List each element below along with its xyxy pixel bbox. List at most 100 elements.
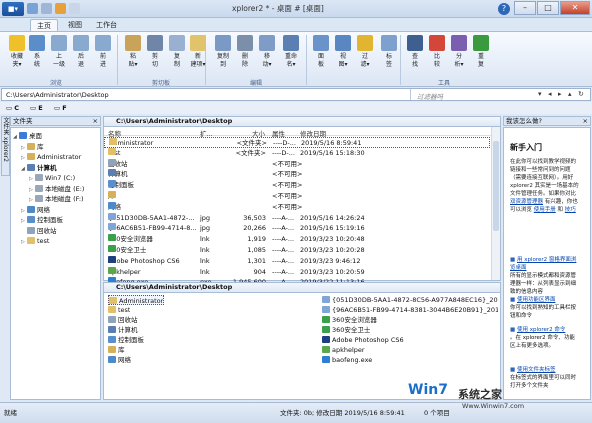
close-icon[interactable]: × [583,117,588,126]
ribbon-button-computer[interactable]: 系 统 [28,35,46,69]
up-icon[interactable]: ▴ [568,90,576,99]
info-bullet-link[interactable]: 使用文件夹标签 [517,367,556,373]
home-icon[interactable] [27,3,38,14]
minimize-button[interactable]: – [514,1,536,15]
file-list-pane[interactable]: C:\Users\Administrator\Desktop 名称 扩... 大… [103,116,501,297]
close-icon[interactable]: × [93,117,98,126]
info-bullet-link[interactable]: 用 xplorer2 窗格界面浏览桌面 [510,257,576,271]
file-name: 360安全浏览器 [332,316,377,324]
tree-node[interactable]: ▷ Administrator [21,152,81,162]
ribbon-button-cut[interactable]: 剪 切 [146,35,164,69]
ribbon-button-new[interactable]: 新 建项▾ [189,35,207,69]
info-link-dual-explorer[interactable]: 双资源管理器 [510,199,543,205]
table-row[interactable]: 库 <不可用> [104,191,490,202]
table-row[interactable]: 360安全卫士 lnk 1,085 ----A-... 2019/3/23 10:20:… [104,245,490,256]
tab-workbench[interactable]: 工作台 [90,19,123,31]
table-row[interactable]: test <文件夹> ----D-... 2019/5/16 15:18:30 [104,147,490,159]
ribbon-button-forward[interactable]: 前 进 [94,35,112,69]
help-icon[interactable]: ? [498,3,510,15]
tree-node[interactable]: ▷ 网络 [21,205,50,215]
vertical-scrollbar[interactable] [491,127,500,280]
side-tab-folders[interactable]: 文件夹 xplorer2 [1,116,10,176]
ribbon-button-paste[interactable]: 粘 贴▾ [124,35,142,69]
list-item[interactable]: 库 [108,345,125,355]
folder-tree[interactable]: ◢ 桌面 ▷ 库 ▷ Administrator ◢ 计算机 ▷ Win7 (C:) ▷ 本地磁盘 (… [10,127,101,400]
close-button[interactable]: ✕ [560,1,590,15]
forward-icon[interactable] [55,3,66,14]
info-link-tips[interactable]: 技巧 [565,207,576,213]
table-row[interactable]: apkhelper lnk 904 ----A-... 2019/3/23 10:20:… [104,266,490,278]
ribbon-button-view[interactable]: 视 图▾ [334,35,352,69]
list-item[interactable]: 360安全卫士 [322,325,370,335]
tree-node[interactable]: ▷ test [21,236,49,246]
tree-node[interactable]: ▷ 控制面板 [21,215,63,225]
list-item[interactable]: Administrator [108,295,165,305]
list-item[interactable]: Adobe Photoshop CS6 [322,335,404,345]
drive-f[interactable]: ▭ F [54,104,67,112]
table-row[interactable]: 网络 <不可用> [104,201,490,213]
tree-node[interactable]: ▷ 库 [21,142,44,152]
ribbon-button-find[interactable]: 查 找 [406,35,424,69]
app-menu-button[interactable]: ■▾ [2,2,24,16]
table-row[interactable]: Adobe Photoshop CS6 lnk 1,301 ----A-... 2019… [104,255,490,267]
tree-node[interactable]: ▷ Win7 (C:) [29,173,75,183]
ribbon-button-copyto[interactable]: 复制 到 [214,35,232,69]
ribbon-button-compare[interactable]: 比 较 [428,35,446,69]
address-bar[interactable]: C:\Users\Administrator\Desktop 过滤器吗 ▾ ◂ … [1,88,591,101]
ribbon-button-delete[interactable]: 删 除 [236,35,254,69]
address-path[interactable]: C:\Users\Administrator\Desktop [6,91,109,99]
ribbon-button-move[interactable]: 移 动▾ [258,35,276,69]
table-row[interactable]: 回收站 <不可用> [104,158,490,170]
dropdown-icon[interactable] [69,3,80,14]
forward-icon[interactable]: ▸ [558,90,566,99]
back-icon[interactable]: ◂ [548,90,556,99]
scrollbar-thumb[interactable] [493,141,499,231]
filter-input[interactable]: 过滤器吗 [417,91,443,101]
list-item[interactable]: {96AC6B51-FB99-4714-8381-3044B6E20B91}_2… [322,305,498,315]
info-bullet-link[interactable]: 使用功能区界面 [517,297,556,303]
ribbon-button-back[interactable]: 后 退 [72,35,90,69]
dropdown-icon[interactable]: ▾ [538,90,546,99]
tab-view[interactable]: 视图 [62,19,88,31]
list-item[interactable]: test [108,305,130,315]
tree-node[interactable]: ◢ 桌面 [13,131,42,141]
ribbon-button-tag[interactable]: 标 签 [380,35,398,69]
list-item[interactable]: 控制面板 [108,335,144,345]
list-item[interactable]: 360安全浏览器 [322,315,377,325]
tab-home[interactable]: 主页 [30,19,58,31]
list-item[interactable]: {051D30DB-5AA1-4872-8C56-A977A848EC16}_2… [322,295,498,305]
ribbon-button-rename[interactable]: 重命 名▾ [282,35,300,69]
ribbon-button-panel[interactable]: 面 板 [312,35,330,69]
file-icon [108,201,116,209]
ribbon-button-up[interactable]: 上 一级 [50,35,68,69]
table-row[interactable]: {96AC6B51-FB99-4714-8... jpg 20,266 ----A-.… [104,223,490,234]
tree-node-label: 回收站 [37,226,57,235]
tree-node[interactable]: ▷ 本地磁盘 (E:) [29,184,84,194]
file-name: {96AC6B51-FB99-4714-8381-3044B6E20B91}_2… [332,306,498,314]
refresh-icon[interactable]: ↻ [578,90,586,99]
info-bullet-link[interactable]: 使用 xplorer2 命令 [517,327,565,333]
tree-node[interactable]: 回收站 [21,226,57,236]
list-item[interactable]: 网络 [108,355,131,365]
ribbon-button-analyze[interactable]: 分 析▾ [450,35,468,69]
tree-node[interactable]: ◢ 计算机 [21,163,57,173]
table-row[interactable]: 计算机 <不可用> [104,169,490,180]
list-item[interactable]: apkhelper [322,345,365,355]
drive-e[interactable]: ▭ E [30,104,43,112]
table-row[interactable]: Administrator <文件夹> ----D-... 2019/5/16 8:5… [104,137,490,148]
back-icon[interactable] [41,3,52,14]
drive-c[interactable]: ▭ C [6,104,19,112]
list-item[interactable]: 计算机 [108,325,138,335]
ribbon-button-star[interactable]: 收藏 夹▾ [8,35,26,69]
ribbon-button-filter[interactable]: 过 滤▾ [356,35,374,69]
ribbon-button-copy[interactable]: 复 制 [168,35,186,69]
table-row[interactable]: {051D30DB-5AA1-4872-... jpg 36,503 ----A-..… [104,212,490,224]
list-item[interactable]: baofeng.exe [322,355,372,365]
table-row[interactable]: 控制面板 <不可用> [104,180,490,191]
tree-node[interactable]: ▷ 本地磁盘 (F:) [29,194,84,204]
ribbon-button-duplicate[interactable]: 重 复 [472,35,490,69]
maximize-button[interactable]: □ [537,1,559,15]
info-link-manual[interactable]: 使用手册 [534,207,556,213]
list-item[interactable]: 回收站 [108,315,138,325]
table-row[interactable]: 360安全浏览器 lnk 1,919 ----A-... 2019/3/23 10:20… [104,234,490,245]
